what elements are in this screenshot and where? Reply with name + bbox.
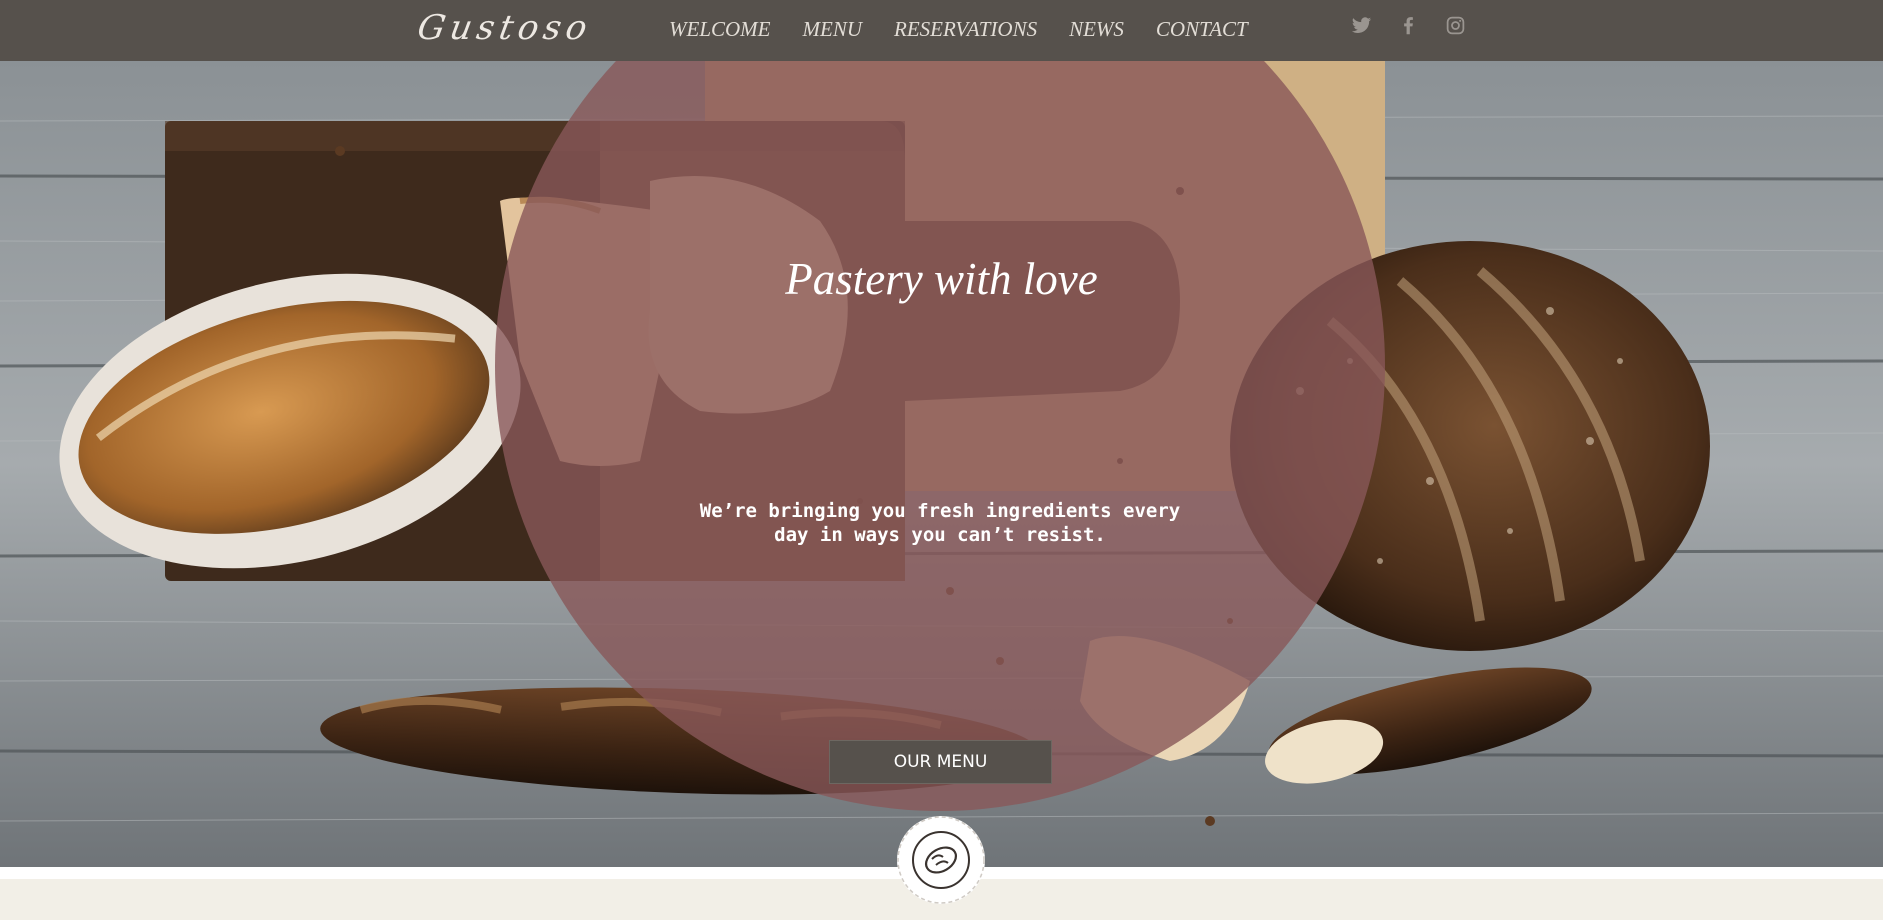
bread-badge-icon (896, 815, 986, 905)
site-header: Gustoso WELCOME MENU RESERVATIONS NEWS C… (0, 0, 1883, 61)
nav-item-contact[interactable]: CONTACT (1156, 17, 1248, 42)
hero-title: Pastery with love (785, 254, 1098, 304)
our-menu-button[interactable]: OUR MENU (829, 740, 1052, 784)
nav-item-news[interactable]: NEWS (1069, 17, 1124, 42)
main-nav: WELCOME MENU RESERVATIONS NEWS CONTACT (669, 17, 1280, 42)
instagram-icon[interactable] (1445, 15, 1466, 36)
site-logo[interactable]: Gustoso (414, 8, 595, 48)
hero-tagline: We’re bringing you fresh ingredients eve… (699, 500, 1181, 546)
facebook-icon[interactable] (1398, 15, 1419, 36)
nav-item-welcome[interactable]: WELCOME (669, 17, 771, 42)
nav-item-menu[interactable]: MENU (803, 17, 863, 42)
social-links (1351, 15, 1466, 36)
twitter-icon[interactable] (1351, 15, 1372, 36)
nav-item-reservations[interactable]: RESERVATIONS (894, 17, 1037, 42)
hero-section: Pastery with love We’re bringing you fre… (0, 61, 1883, 867)
